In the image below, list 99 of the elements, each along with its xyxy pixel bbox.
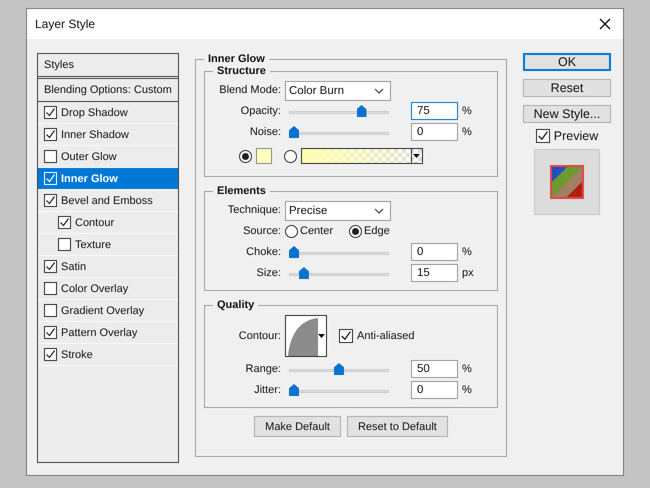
gradient-picker[interactable] xyxy=(301,148,423,164)
action-button[interactable]: Reset xyxy=(523,79,611,97)
unit-label: % xyxy=(462,246,472,258)
checkbox[interactable] xyxy=(44,106,57,119)
slider-track[interactable] xyxy=(289,362,389,376)
slider-track[interactable] xyxy=(289,383,389,397)
effect-label: Stroke xyxy=(61,348,93,360)
slider-track[interactable] xyxy=(289,245,389,259)
number-field[interactable]: 0 xyxy=(411,381,458,399)
slider-track[interactable] xyxy=(289,125,389,139)
sidebar-item[interactable]: Styles xyxy=(38,54,178,79)
action-button[interactable]: OK xyxy=(523,53,611,71)
effect-label: Satin xyxy=(61,260,86,272)
checkbox[interactable] xyxy=(44,282,57,295)
field-label: Contour: xyxy=(238,330,281,342)
default-button[interactable]: Reset to Default xyxy=(346,416,448,437)
number-field[interactable]: 0 xyxy=(411,123,458,141)
field-label: Source: xyxy=(242,225,281,237)
field-label: Range: xyxy=(244,363,281,375)
panel-title: Inner Glow xyxy=(207,53,266,65)
unit-label: % xyxy=(462,384,472,396)
slider-thumb[interactable] xyxy=(289,246,299,258)
sidebar-item[interactable]: Inner Shadow xyxy=(38,124,178,146)
field-label: Blend Mode: xyxy=(218,84,281,96)
checkbox[interactable] xyxy=(44,348,57,361)
effect-label: Bevel and Emboss xyxy=(61,194,153,206)
effect-label: Texture xyxy=(75,238,112,250)
unit-label: % xyxy=(462,105,472,117)
number-field[interactable]: 50 xyxy=(411,360,458,378)
sidebar-item[interactable]: Blending Options: Custom xyxy=(38,79,178,102)
effect-label: Outer Glow xyxy=(61,150,117,162)
caret-icon xyxy=(413,154,420,158)
checkbox[interactable] xyxy=(44,128,57,141)
sidebar-item[interactable]: Inner Glow xyxy=(38,168,178,190)
number-field[interactable]: 75 xyxy=(411,102,458,120)
radio-option[interactable]: Edge xyxy=(349,224,390,238)
checkbox[interactable] xyxy=(44,260,57,273)
checkbox[interactable] xyxy=(339,329,353,343)
color-swatch[interactable] xyxy=(256,148,272,164)
window-title: Layer Style xyxy=(35,17,96,31)
effect-label: Contour xyxy=(75,216,114,228)
effect-label: Inner Glow xyxy=(61,172,118,184)
field-label: Opacity: xyxy=(240,105,281,117)
number-field[interactable]: 0 xyxy=(411,243,458,261)
contour-picker[interactable] xyxy=(285,315,327,357)
radio-button[interactable] xyxy=(239,150,252,162)
group-title: Elements xyxy=(216,185,267,197)
sidebar-item[interactable]: Gradient Overlay xyxy=(38,300,178,322)
radio-option[interactable]: Center xyxy=(285,224,334,238)
sidebar-item[interactable]: Color Overlay xyxy=(38,278,178,300)
sidebar-item[interactable]: Stroke xyxy=(38,344,178,366)
slider-thumb[interactable] xyxy=(289,126,299,138)
unit-label: px xyxy=(462,267,474,279)
action-button[interactable]: New Style... xyxy=(523,105,611,123)
effect-label: Color Overlay xyxy=(61,282,128,294)
effect-label: Pattern Overlay xyxy=(61,326,138,338)
field-label: Noise: xyxy=(248,126,281,138)
checkbox[interactable] xyxy=(44,326,57,339)
chevron-down-icon xyxy=(374,88,384,94)
checkbox[interactable] xyxy=(58,238,71,251)
field-label: Size: xyxy=(256,267,281,279)
effect-label: Gradient Overlay xyxy=(61,304,144,316)
radio-button[interactable] xyxy=(284,150,297,162)
checkbox[interactable] xyxy=(44,150,57,163)
checkbox[interactable] xyxy=(58,216,71,229)
slider-thumb[interactable] xyxy=(298,267,309,279)
caret-icon xyxy=(318,334,325,338)
slider-track[interactable] xyxy=(289,266,389,280)
field-label: Jitter: xyxy=(253,384,281,396)
effect-label: Drop Shadow xyxy=(61,106,128,118)
group-title: Quality xyxy=(216,299,256,311)
slider-track[interactable] xyxy=(289,104,389,118)
sidebar-item[interactable]: Satin xyxy=(38,256,178,278)
effect-label: Inner Shadow xyxy=(61,128,129,140)
sidebar-item[interactable]: Contour xyxy=(38,212,178,234)
dropdown[interactable]: Precise xyxy=(285,201,391,221)
checkbox[interactable] xyxy=(44,194,57,207)
group-title: Structure xyxy=(216,65,267,77)
slider-thumb[interactable] xyxy=(289,384,299,396)
close-icon[interactable] xyxy=(599,18,611,30)
chevron-down-icon xyxy=(374,208,384,214)
dropdown[interactable]: Color Burn xyxy=(285,81,391,101)
unit-label: % xyxy=(462,363,472,375)
preview-thumbnail xyxy=(550,165,584,199)
checkbox[interactable] xyxy=(44,304,57,317)
slider-thumb[interactable] xyxy=(334,363,344,375)
field-label: Technique: xyxy=(226,204,281,216)
sidebar-item[interactable]: Bevel and Emboss xyxy=(38,190,178,212)
unit-label: % xyxy=(462,126,472,138)
sidebar-item[interactable]: Pattern Overlay xyxy=(38,322,178,344)
sidebar-item[interactable]: Texture xyxy=(38,234,178,256)
default-button[interactable]: Make Default xyxy=(254,416,341,437)
sidebar-item[interactable]: Drop Shadow xyxy=(38,102,178,124)
field-label: Choke: xyxy=(245,246,281,258)
checkbox[interactable] xyxy=(536,129,550,143)
number-field[interactable]: 15 xyxy=(411,264,458,282)
checkbox-label[interactable]: Preview xyxy=(554,129,598,143)
checkbox-label[interactable]: Anti-aliased xyxy=(357,330,414,342)
slider-thumb[interactable] xyxy=(356,105,366,117)
